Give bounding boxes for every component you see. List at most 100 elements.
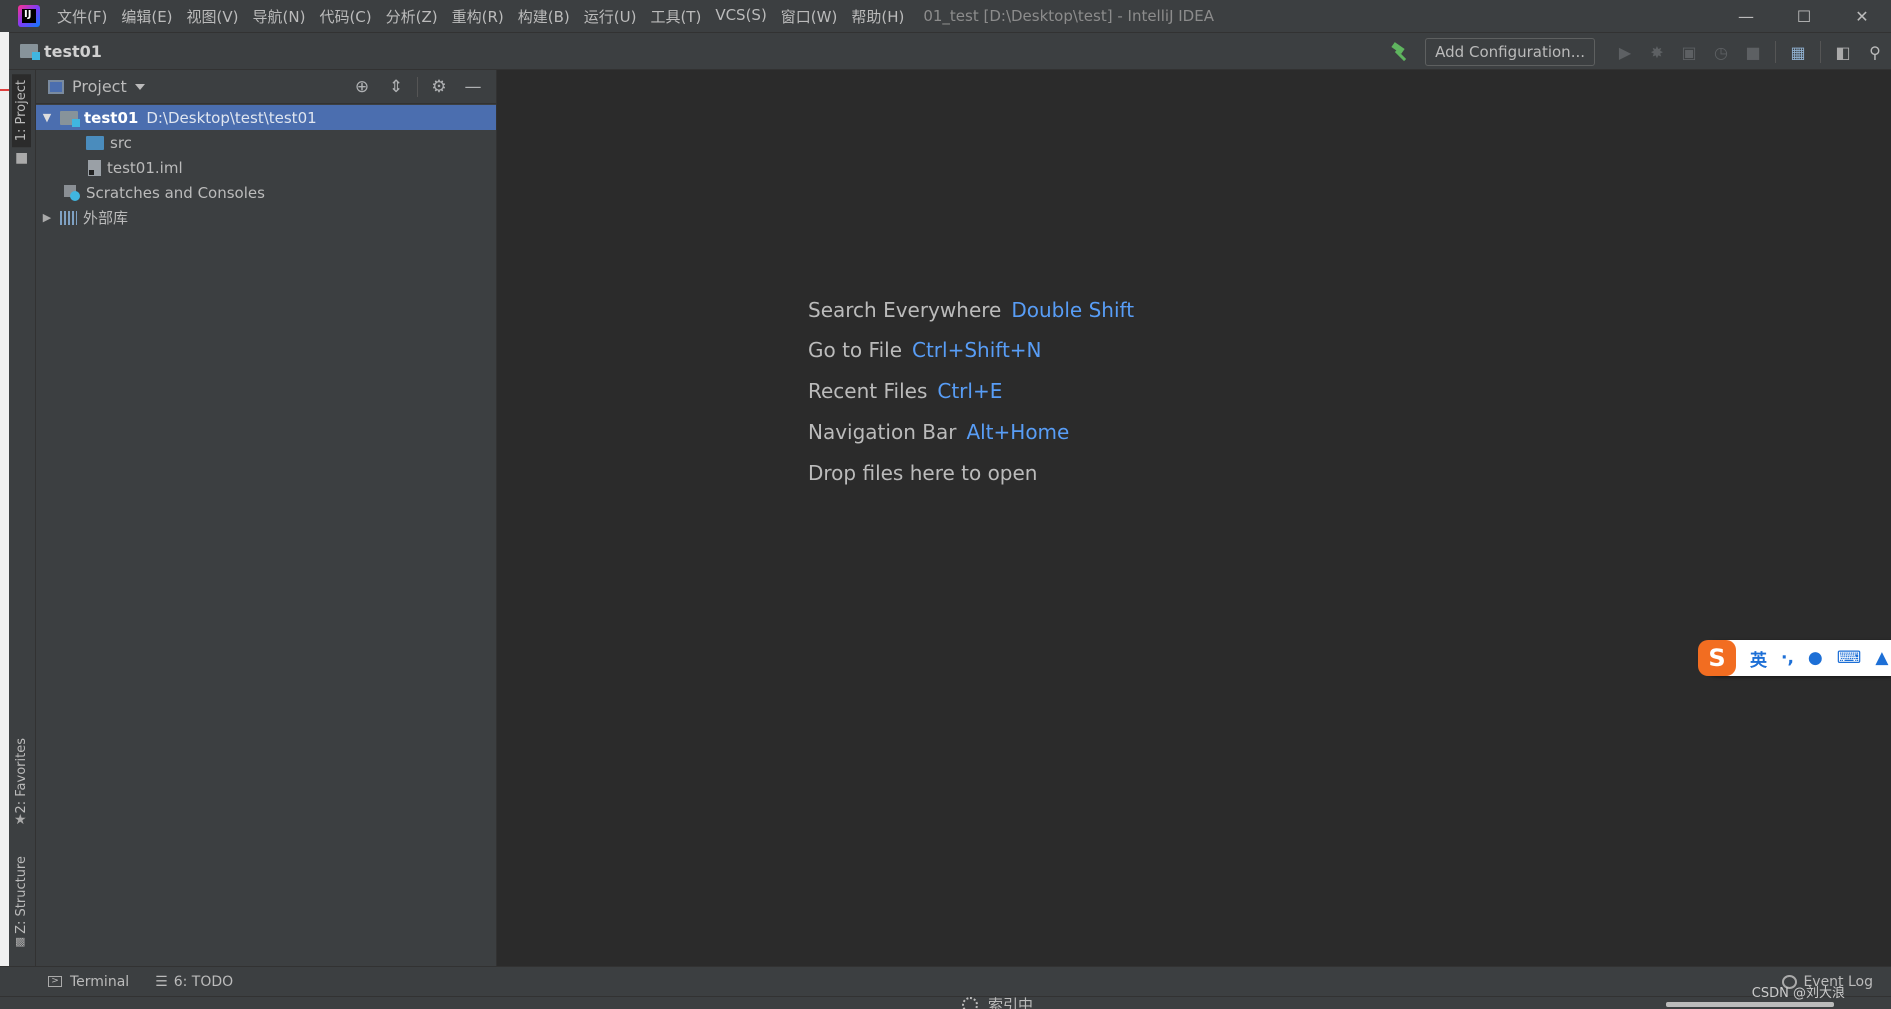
menu-build[interactable]: 构建(B) xyxy=(511,6,577,27)
todo-list-icon: ☰ xyxy=(155,973,168,990)
gear-icon[interactable]: ⚙ xyxy=(428,76,450,98)
left-tool-strip: 1: Project ■ 2: Favorites ★ Z: Structure… xyxy=(9,70,36,966)
tree-node-name: test01 xyxy=(84,108,139,127)
intellij-logo-icon: IJ xyxy=(18,5,40,27)
terminal-tab[interactable]: > Terminal xyxy=(48,974,129,990)
editor-empty-area[interactable]: Search Everywhere Double Shift Go to File… xyxy=(497,70,1891,966)
menu-help[interactable]: 帮助(H) xyxy=(844,6,911,27)
hint-label: Navigation Bar xyxy=(808,420,957,444)
menu-file[interactable]: 文件(F) xyxy=(50,6,114,27)
menu-window[interactable]: 窗口(W) xyxy=(774,6,845,27)
tree-node-name: test01.iml xyxy=(107,158,183,177)
ime-toolbar: S 英 ·, ● ⌨ ▲ xyxy=(1698,640,1891,676)
skin-shirt-icon[interactable]: ▲ xyxy=(1875,648,1888,668)
bottom-tool-bar: > Terminal ☰ 6: TODO Event Log xyxy=(0,966,1891,996)
iml-file-icon xyxy=(88,159,101,176)
debug-icon[interactable]: ✸ xyxy=(1647,42,1667,62)
menu-view[interactable]: 视图(V) xyxy=(180,6,246,27)
hint-go-to-file: Go to File Ctrl+Shift+N xyxy=(808,338,1042,362)
watermark: CSDN @刘大浪 xyxy=(1751,986,1845,1001)
tree-node-root[interactable]: ▼ test01 D:\Desktop\test\test01 xyxy=(36,105,496,130)
terminal-window-icon[interactable]: ◧ xyxy=(1833,42,1853,62)
todo-tab[interactable]: ☰ 6: TODO xyxy=(155,974,233,990)
chevron-down-icon xyxy=(134,83,145,90)
project-panel-actions: ⊕ ⇕ ⚙ — xyxy=(345,70,490,104)
panel-separator xyxy=(417,77,418,97)
stop-icon[interactable]: ■ xyxy=(1743,42,1763,62)
hint-label: Recent Files xyxy=(808,379,928,403)
hint-label: Go to File xyxy=(808,338,902,362)
project-tab-folder-icon: ■ xyxy=(15,150,29,166)
tab-favorites[interactable]: 2: Favorites xyxy=(14,738,29,814)
project-folder-icon xyxy=(20,44,40,60)
hint-shortcut: Ctrl+Shift+N xyxy=(912,338,1042,362)
ime-language-toggle[interactable]: 英 xyxy=(1750,646,1767,671)
tab-project[interactable]: 1: Project xyxy=(12,74,31,148)
tree-node-name: Scratches and Consoles xyxy=(86,183,265,202)
hint-navigation-bar: Navigation Bar Alt+Home xyxy=(808,420,1069,444)
indexing-progress-bar[interactable] xyxy=(1666,1002,1834,1007)
menu-vcs[interactable]: VCS(S) xyxy=(708,6,773,27)
breadcrumb[interactable]: test01 xyxy=(20,42,102,61)
title-bar: IJ 文件(F) 编辑(E) 视图(V) 导航(N) 代码(C) 分析(Z) 重… xyxy=(0,0,1891,32)
hint-label: Search Everywhere xyxy=(808,298,1002,322)
library-icon xyxy=(60,210,77,225)
tree-node-src[interactable]: src xyxy=(36,130,496,155)
menu-analyze[interactable]: 分析(Z) xyxy=(379,6,445,27)
profile-icon[interactable]: ◷ xyxy=(1711,42,1731,62)
locate-target-icon[interactable]: ⊕ xyxy=(351,76,373,98)
keyboard-icon[interactable]: ⌨ xyxy=(1837,648,1862,668)
menu-code[interactable]: 代码(C) xyxy=(312,6,378,27)
menu-tools[interactable]: 工具(T) xyxy=(643,6,708,27)
tree-node-scratches[interactable]: Scratches and Consoles xyxy=(36,180,496,205)
build-hammer-icon[interactable] xyxy=(1389,41,1411,63)
menu-refactor[interactable]: 重构(R) xyxy=(445,6,511,27)
hint-drop-files: Drop files here to open xyxy=(808,461,1037,485)
microphone-icon[interactable]: ● xyxy=(1808,648,1823,668)
menu-edit[interactable]: 编辑(E) xyxy=(114,6,179,27)
maximize-icon[interactable]: ☐ xyxy=(1775,0,1833,32)
toolbar-separator xyxy=(1775,41,1776,63)
structure-icon: ▩ xyxy=(15,935,26,948)
project-view-selector[interactable]: Project xyxy=(48,77,145,96)
status-bar: 索引中 xyxy=(0,996,1891,1009)
hide-panel-icon[interactable]: — xyxy=(462,76,484,98)
run-toolbar: Add Configuration... ▶ ✸ ▣ ◷ ■ ▦ ◧ ⚲ xyxy=(1389,33,1891,71)
menu-navigate[interactable]: 导航(N) xyxy=(246,6,313,27)
close-icon[interactable]: ✕ xyxy=(1833,0,1891,32)
spinner-icon xyxy=(962,997,978,1009)
ime-punctuation-icon[interactable]: ·, xyxy=(1781,648,1794,668)
expand-arrow-icon[interactable]: ▼ xyxy=(40,111,54,124)
minimize-icon[interactable]: — xyxy=(1717,0,1775,32)
tree-node-external-libraries[interactable]: ▶ 外部库 xyxy=(36,205,496,230)
star-icon: ★ xyxy=(14,812,27,828)
hint-shortcut: Ctrl+E xyxy=(937,379,1003,403)
breadcrumb-project: test01 xyxy=(44,41,102,61)
coverage-icon[interactable]: ▣ xyxy=(1679,42,1699,62)
hint-recent-files: Recent Files Ctrl+E xyxy=(808,379,1002,403)
source-folder-icon xyxy=(86,135,104,150)
project-panel: Project ⊕ ⇕ ⚙ — ▼ test01 D:\Desktop\test… xyxy=(36,70,497,966)
terminal-tab-label: Terminal xyxy=(70,973,130,990)
scratches-icon xyxy=(64,184,80,201)
add-configuration-button[interactable]: Add Configuration... xyxy=(1425,38,1595,66)
menu-run[interactable]: 运行(U) xyxy=(577,6,644,27)
project-structure-icon[interactable]: ▦ xyxy=(1788,42,1808,62)
window-controls: — ☐ ✕ xyxy=(1717,0,1891,32)
main-menu: 文件(F) 编辑(E) 视图(V) 导航(N) 代码(C) 分析(Z) 重构(R… xyxy=(50,6,911,27)
tab-structure[interactable]: Z: Structure xyxy=(14,856,29,934)
navigation-bar: test01 Add Configuration... ▶ ✸ ▣ ◷ ■ ▦ … xyxy=(0,32,1891,70)
toolbar-separator xyxy=(1820,41,1821,63)
run-icon[interactable]: ▶ xyxy=(1615,42,1635,62)
tree-node-name: 外部库 xyxy=(83,209,129,227)
sogou-logo-icon[interactable]: S xyxy=(1698,640,1736,676)
project-view-icon xyxy=(48,79,64,94)
tree-node-iml[interactable]: test01.iml xyxy=(36,155,496,180)
search-icon[interactable]: ⚲ xyxy=(1865,42,1885,62)
todo-tab-label: 6: TODO xyxy=(173,973,234,990)
collapse-all-icon[interactable]: ⇕ xyxy=(385,76,407,98)
module-folder-icon xyxy=(60,110,80,127)
expand-arrow-icon[interactable]: ▶ xyxy=(40,211,54,224)
edge-marker xyxy=(0,89,9,91)
hint-shortcut: Double Shift xyxy=(1011,298,1135,322)
